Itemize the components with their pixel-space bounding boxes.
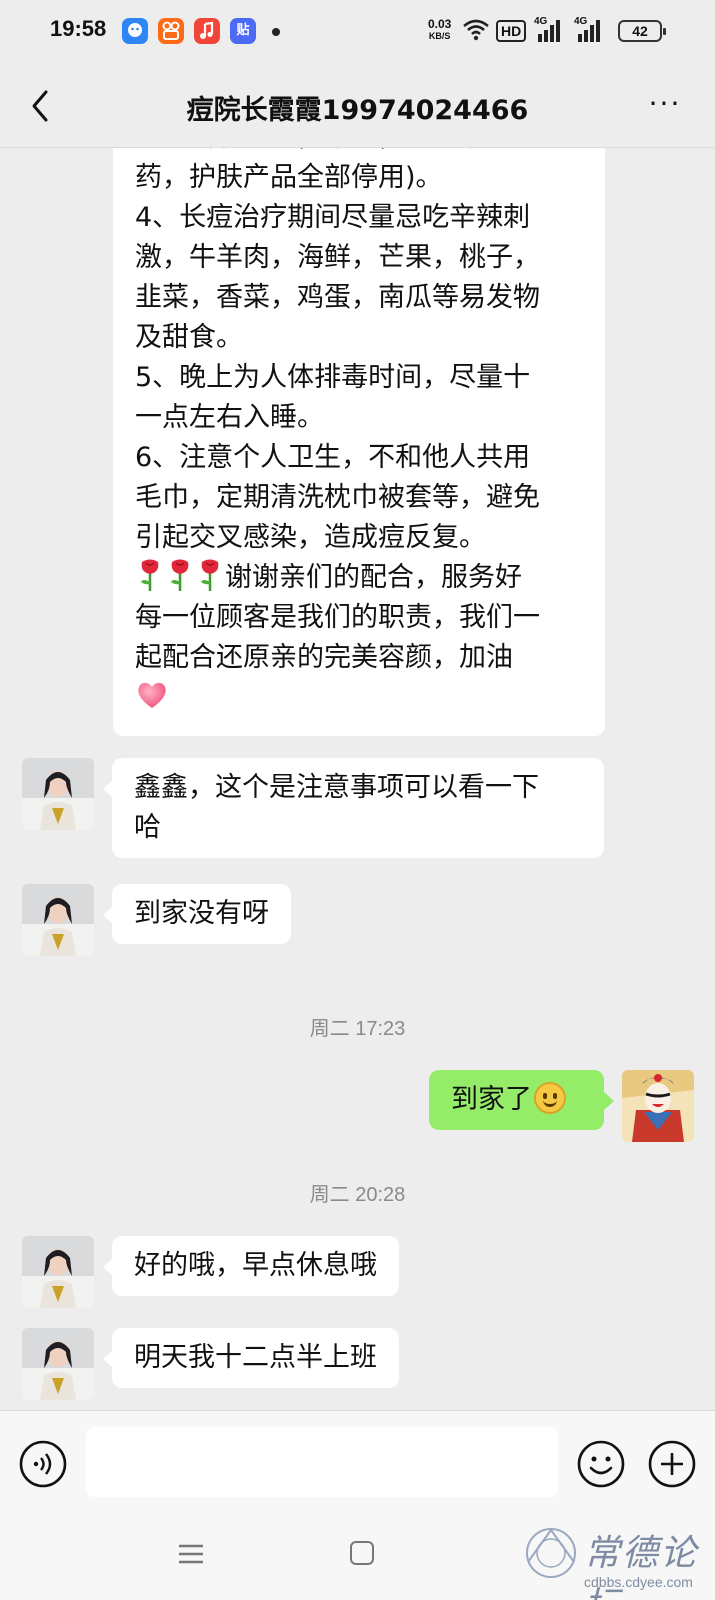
- message-line: 5、晚上为人体排毒时间，尽量十: [135, 362, 531, 393]
- message-line: 6、注意个人卫生，不和他人共用: [135, 442, 531, 473]
- qq-icon: [122, 18, 148, 44]
- more-options-button[interactable]: ···: [640, 84, 690, 128]
- chat-title: 痘院长霞霞19974024466: [186, 95, 529, 126]
- network-speed: 0.03 KB/S: [428, 17, 452, 41]
- emoji-button[interactable]: [576, 1439, 626, 1489]
- voice-icon: [19, 1440, 67, 1488]
- contact-avatar[interactable]: [22, 884, 94, 956]
- message-list[interactable]: 家里所有药膏，中药，口服消炎 药，护肤产品全部停用)。 4、长痘治疗期间尽量忌吃…: [0, 148, 715, 1410]
- contact-avatar[interactable]: [22, 1328, 94, 1400]
- watermark: 常德论坛 cdbbs.cdyee.com: [520, 1518, 710, 1600]
- notification-dot: [272, 28, 280, 36]
- message-line: 药，护肤产品全部停用)。: [135, 162, 443, 193]
- system-navigation-bar: 常德论坛 cdbbs.cdyee.com: [0, 1510, 715, 1600]
- timestamp-separator: 周二 17:23: [309, 1018, 406, 1040]
- plus-icon: [648, 1440, 696, 1488]
- signal-icon-1: 4G: [534, 16, 564, 44]
- music-icon: [194, 18, 220, 44]
- message-line: [135, 678, 583, 718]
- signal-icon-2: 4G: [574, 16, 604, 44]
- message-line: 起配合还原亲的完美容颜，加油: [135, 642, 513, 673]
- contact-avatar[interactable]: [22, 758, 94, 830]
- rose-emoji-icon: [201, 559, 219, 591]
- tieba-icon: 贴: [230, 18, 256, 44]
- message-line: 韭菜，香菜，鸡蛋，南瓜等易发物: [135, 282, 540, 313]
- status-time: 19:58: [50, 16, 107, 41]
- recent-apps-button[interactable]: [178, 1543, 204, 1565]
- my-message-bubble[interactable]: 到家了: [429, 1070, 604, 1130]
- message-bubble-instructions[interactable]: 家里所有药膏，中药，口服消炎 药，护肤产品全部停用)。 4、长痘治疗期间尽量忌吃…: [113, 148, 605, 736]
- rose-emoji-icon: [171, 559, 189, 591]
- watermark-url: cdbbs.cdyee.com: [584, 1574, 693, 1590]
- watermark-logo-icon: [526, 1528, 576, 1578]
- my-avatar[interactable]: [622, 1070, 694, 1142]
- message-line: 引起交叉感染，造成痘反复。: [135, 522, 486, 553]
- input-toolbar: [0, 1410, 715, 1510]
- chat-header: 痘院长霞霞19974024466 ···: [0, 64, 715, 148]
- hd-icon: HD: [496, 20, 527, 42]
- more-functions-button[interactable]: [647, 1439, 697, 1489]
- battery-indicator: 42: [618, 20, 666, 42]
- bubble-tail: [604, 1092, 614, 1110]
- timestamp-separator: 周二 20:28: [309, 1184, 406, 1206]
- emoji-icon: [577, 1440, 625, 1488]
- smile-emoji-icon: [534, 1082, 566, 1114]
- voice-input-button[interactable]: [18, 1439, 68, 1489]
- wifi-icon: [462, 18, 490, 46]
- message-bubble[interactable]: 到家没有呀: [112, 884, 291, 944]
- message-line: 4、长痘治疗期间尽量忌吃辛辣刺: [135, 202, 531, 233]
- message-line: 家里所有药膏，中药，口服消炎: [135, 148, 583, 158]
- contact-avatar[interactable]: [22, 1236, 94, 1308]
- message-bubble[interactable]: 好的哦，早点休息哦: [112, 1236, 399, 1296]
- message-line: 激，牛羊肉，海鲜，芒果，桃子，: [135, 242, 540, 273]
- message-input[interactable]: [86, 1427, 558, 1497]
- message-line: 及甜食。: [135, 322, 243, 353]
- home-button[interactable]: [350, 1541, 374, 1565]
- message-line: 每一位顾客是我们的职责，我们一: [135, 602, 540, 633]
- status-bar: 19:58 贴 0.03 KB/S HD 4G 4G 42: [0, 0, 715, 64]
- menu-icon: [179, 1544, 203, 1564]
- rose-emoji-icon: [141, 559, 159, 591]
- message-line: 一点左右入睡。: [135, 402, 324, 433]
- heart-emoji-icon: [138, 682, 166, 708]
- message-bubble[interactable]: 鑫鑫，这个是注意事项可以看一下 哈: [112, 758, 604, 858]
- kuaishou-icon: [158, 18, 184, 44]
- message-bubble[interactable]: 明天我十二点半上班: [112, 1328, 399, 1388]
- message-line: 谢谢亲们的配合，服务好: [135, 558, 583, 598]
- message-line: 毛巾，定期清洗枕巾被套等，避免: [135, 482, 540, 513]
